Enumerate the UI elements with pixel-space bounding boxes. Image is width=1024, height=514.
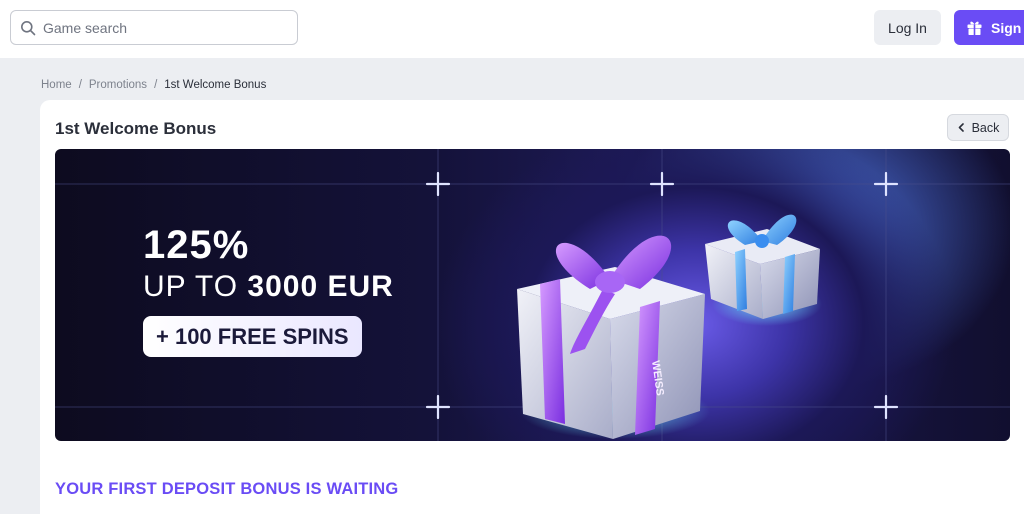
free-spins-badge: + 100 FREE SPINS — [143, 316, 362, 357]
back-button-label: Back — [971, 120, 1000, 135]
chevron-left-icon — [958, 123, 964, 132]
sign-button[interactable]: Sign — [954, 10, 1024, 45]
bonus-amount-line: UP TO 3000 EUR — [143, 269, 394, 305]
search-icon — [21, 20, 36, 35]
breadcrumb-promotions[interactable]: Promotions — [89, 79, 147, 91]
bonus-amount-prefix: UP TO — [143, 270, 248, 303]
top-bar: Log In Sign — [0, 0, 1024, 58]
bonus-amount: 3000 EUR — [247, 270, 394, 303]
section-heading: YOUR FIRST DEPOSIT BONUS IS WAITING — [55, 480, 399, 498]
login-button[interactable]: Log In — [874, 10, 941, 45]
promo-banner: WEISS 125% UP TO 3000 EUR + 100 FREE SPI… — [55, 149, 1010, 441]
back-button[interactable]: Back — [947, 114, 1009, 141]
sign-button-label: Sign — [991, 19, 1022, 36]
promotion-card: 1st Welcome Bonus Back WEISS 125% UP TO … — [40, 100, 1024, 514]
breadcrumb-current: 1st Welcome Bonus — [164, 79, 267, 91]
breadcrumb: Home / Promotions / 1st Welcome Bonus — [41, 79, 266, 91]
search-box[interactable] — [10, 10, 298, 45]
page-title: 1st Welcome Bonus — [55, 119, 217, 138]
breadcrumb-separator: / — [154, 79, 158, 91]
small-gift-box — [705, 214, 822, 326]
search-input[interactable] — [43, 19, 283, 36]
breadcrumb-separator: / — [78, 79, 82, 91]
gift-icon — [967, 21, 982, 35]
bonus-percent: 125% — [143, 223, 250, 267]
large-gift-box: WEISS — [517, 235, 710, 439]
breadcrumb-home[interactable]: Home — [41, 79, 72, 91]
